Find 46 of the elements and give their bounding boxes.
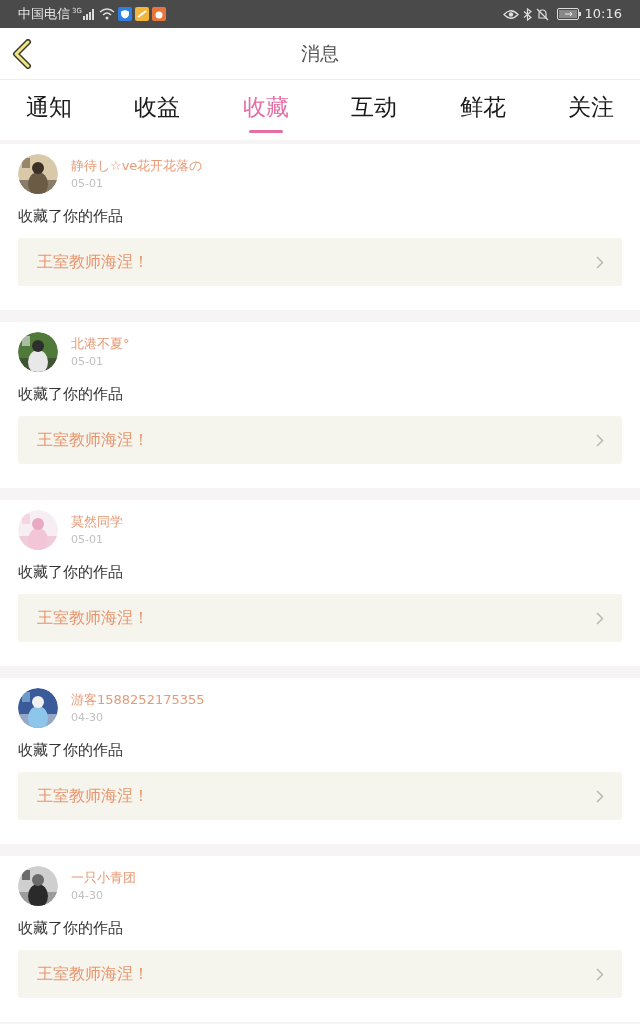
shield-icon xyxy=(117,7,132,21)
chevron-right-icon xyxy=(596,611,604,625)
carrier-name: 中国电信 xyxy=(18,5,70,24)
work-link[interactable]: 王室教师海涅！ xyxy=(18,594,622,642)
chevron-right-icon xyxy=(596,967,604,981)
work-link[interactable]: 王室教师海涅！ xyxy=(18,950,622,998)
tab[interactable]: 互动 xyxy=(351,92,398,122)
eye-icon xyxy=(502,8,519,20)
tab[interactable]: 收藏 xyxy=(242,92,289,133)
message-text: 收藏了你的作品 xyxy=(18,740,124,760)
tab[interactable]: 通知 xyxy=(26,92,72,122)
signal-icon xyxy=(82,8,95,20)
user-name[interactable]: 静待し☆ve花开花落の xyxy=(71,156,203,175)
chevron-right-icon xyxy=(596,433,604,447)
battery-icon xyxy=(556,8,581,20)
chevron-right-icon xyxy=(596,789,604,803)
message-date: 04-30 xyxy=(71,888,104,904)
app-icon xyxy=(151,7,166,21)
user-name[interactable]: 北港不夏° xyxy=(71,334,130,353)
work-link[interactable]: 王室教师海涅！ xyxy=(18,772,622,820)
message-text: 收藏了你的作品 xyxy=(18,206,124,226)
page-title: 消息 xyxy=(301,41,339,67)
message-text: 收藏了你的作品 xyxy=(18,918,124,938)
message-text: 收藏了你的作品 xyxy=(18,562,124,582)
message-date: 05-01 xyxy=(71,532,104,548)
user-name[interactable]: 游客1588252175355 xyxy=(71,690,205,709)
bluetooth-icon xyxy=(522,7,532,21)
user-name[interactable]: 一只小青团 xyxy=(71,868,136,887)
chevron-right-icon xyxy=(596,255,604,269)
app-icon xyxy=(134,7,149,21)
muted-bell-icon xyxy=(535,7,549,21)
wifi-icon xyxy=(98,8,115,20)
tab[interactable]: 收益 xyxy=(134,92,181,122)
back-chevron-icon xyxy=(12,38,32,69)
tab-underline xyxy=(248,130,283,133)
message-text: 收藏了你的作品 xyxy=(18,384,124,404)
work-link[interactable]: 王室教师海涅！ xyxy=(18,416,622,464)
tab[interactable]: 鲜花 xyxy=(459,92,506,122)
tab[interactable]: 关注 xyxy=(567,92,614,122)
message-date: 05-01 xyxy=(71,176,104,192)
user-name[interactable]: 莫然同学 xyxy=(71,512,123,531)
work-link[interactable]: 王室教师海涅！ xyxy=(18,238,622,286)
clock-time: 10:16 xyxy=(584,5,622,24)
message-date: 05-01 xyxy=(71,354,104,370)
message-date: 04-30 xyxy=(71,710,104,726)
back-button[interactable] xyxy=(12,37,34,70)
